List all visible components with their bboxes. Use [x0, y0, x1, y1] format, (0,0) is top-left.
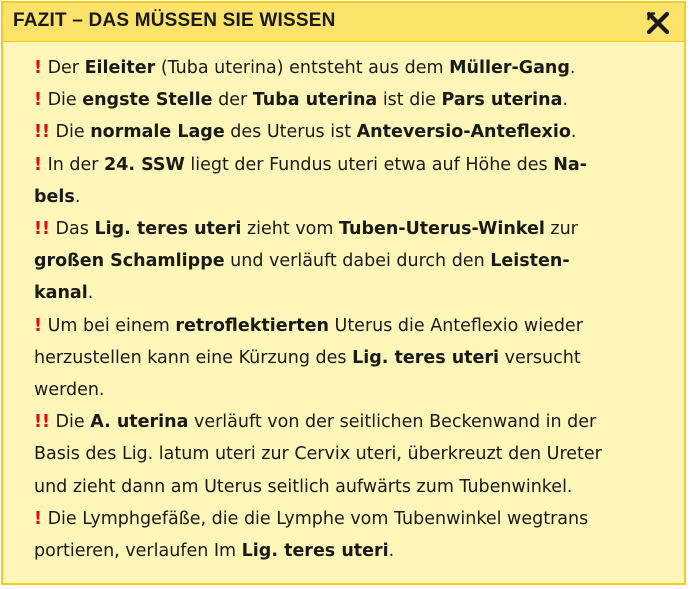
importance-mark: ! [34, 58, 42, 78]
fact-item: ! Die engste Stelle der Tuba uterina ist… [34, 84, 674, 116]
text-run: der [212, 90, 253, 111]
close-icon[interactable] [646, 11, 670, 35]
text-run: (Tuba uterina) entsteht aus dem [155, 58, 450, 78]
text-run: . [562, 90, 569, 111]
text-run: verläuft von der seitlichen Beckenwand i… [188, 412, 597, 433]
text-run: liegt der Fundus uteri etwa auf Höhe des [184, 154, 554, 175]
summary-content: ! Der Eileiter (Tuba uterina) entsteht a… [34, 52, 674, 567]
text-run: und verläuft dabei durch den [224, 251, 491, 272]
importance-mark: ! [34, 315, 42, 336]
bold-term: Tuben-Uterus-Winkel [339, 219, 545, 240]
text-run: versucht [499, 347, 581, 368]
text-run: . [570, 122, 577, 143]
bold-term: Lig. teres uteri [94, 219, 242, 240]
bold-term: Na- [553, 154, 587, 175]
importance-mark: !! [34, 219, 50, 240]
importance-mark: ! [34, 508, 42, 529]
text-run: Die [55, 122, 91, 143]
fact-item: !! Die A. uterina verläuft von der seitl… [34, 406, 674, 503]
bold-term: bels [34, 186, 75, 207]
fact-item: !! Das Lig. teres uteri zieht vom Tuben-… [34, 213, 674, 310]
text-run: zur [544, 219, 578, 240]
fact-item: ! In der 24. SSW liegt der Fundus uteri … [34, 149, 674, 213]
text-run: Die [47, 90, 83, 111]
bold-term: Anteversio-Anteflexio [356, 122, 571, 143]
text-run: Die Lymphgefäße, die die Lymphe vom Tube… [47, 508, 589, 529]
importance-mark: ! [34, 90, 42, 111]
bold-term: normale Lage [90, 122, 225, 143]
bold-term: Pars uterina [441, 90, 563, 111]
text-run: . [74, 186, 81, 207]
text-run: Basis des Lig. latum uteri zur Cervix ut… [34, 444, 602, 465]
summary-box: FAZIT – DAS MÜSSEN SIE WISSEN ! Der Eile… [1, 1, 686, 585]
bold-term: Müller-Gang [449, 58, 570, 78]
importance-mark: !! [34, 412, 50, 433]
text-run: In der [47, 154, 105, 175]
fact-item: ! Die Lymphgefäße, die die Lymphe vom Tu… [34, 503, 674, 567]
bold-term: Tuba uterina [252, 90, 378, 111]
text-run: portieren, verlaufen Im [34, 541, 242, 562]
bold-term: 24. SSW [104, 154, 185, 175]
text-run: Der [47, 58, 85, 78]
fact-item: ! Der Eileiter (Tuba uterina) entsteht a… [34, 52, 674, 84]
text-run: ist die [377, 90, 442, 111]
text-run: . [87, 283, 94, 304]
text-run: Uterus die Anteflexio wieder [328, 315, 583, 336]
bold-term: kanal [34, 283, 88, 304]
bold-term: großen Schamlippe [34, 251, 225, 272]
fact-item: !! Die normale Lage des Uterus ist Antev… [34, 116, 674, 148]
bold-term: retroflektierten [175, 315, 329, 336]
text-run: Um bei einem [47, 315, 176, 336]
importance-mark: ! [34, 154, 42, 175]
text-run: des Uterus ist [224, 122, 357, 143]
text-run: Die [55, 412, 91, 433]
bold-term: A. uterina [90, 412, 189, 433]
fact-item: ! Um bei einem retroflektierten Uterus d… [34, 310, 674, 407]
text-run: und zieht dann am Uterus seitlich aufwär… [34, 476, 573, 497]
text-run: herzustellen kann eine Kürzung des [34, 347, 353, 368]
bold-term: Lig. teres uteri [352, 347, 500, 368]
summary-header: FAZIT – DAS MÜSSEN SIE WISSEN [3, 3, 684, 42]
text-run: . [388, 541, 395, 562]
bold-term: Leisten- [490, 251, 570, 272]
bold-term: Eileiter [84, 58, 156, 78]
importance-mark: !! [34, 122, 50, 143]
text-run: zieht vom [241, 219, 339, 240]
text-run: . [569, 58, 576, 78]
text-run: werden. [34, 380, 105, 401]
summary-title: FAZIT – DAS MÜSSEN SIE WISSEN [13, 10, 336, 31]
bold-term: engste Stelle [82, 90, 213, 111]
text-run: Das [55, 219, 95, 240]
bold-term: Lig. teres uteri [241, 541, 389, 562]
